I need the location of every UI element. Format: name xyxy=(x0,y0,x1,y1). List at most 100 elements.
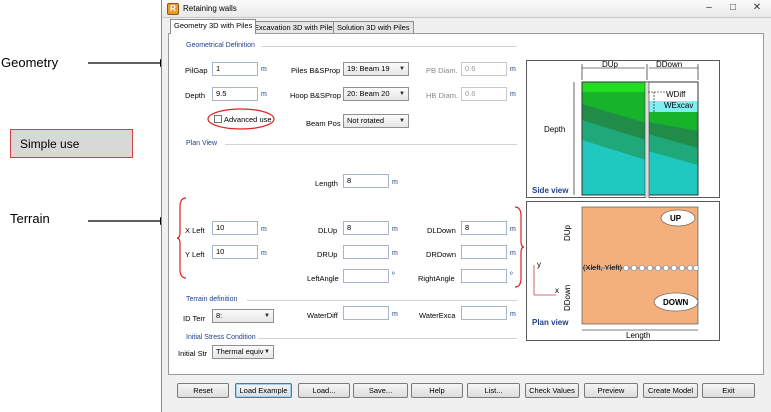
drup-label: DRUp xyxy=(317,250,338,259)
terrain-annotation: Terrain xyxy=(10,211,50,226)
load-button[interactable]: Load... xyxy=(298,383,350,398)
pb-diam-unit: m xyxy=(510,66,516,73)
list-button[interactable]: List... xyxy=(467,383,520,398)
dlup-unit: m xyxy=(392,226,398,233)
left-brace xyxy=(177,197,187,279)
leftangle-input[interactable] xyxy=(343,269,389,283)
depth-input[interactable]: 9.5 xyxy=(212,87,258,101)
plan-axis-y: y xyxy=(537,260,541,269)
side-view-diagram: DUp DDown Depth WDiff WExcav Side view xyxy=(526,60,720,198)
xleft-input[interactable]: 10 xyxy=(212,221,258,235)
initial-str-select[interactable]: Thermal equiv ▼ xyxy=(212,345,274,359)
chevron-down-icon: ▼ xyxy=(399,118,405,124)
advanced-use-checkbox[interactable] xyxy=(214,115,222,123)
yleft-input[interactable]: 10 xyxy=(212,245,258,259)
drup-unit: m xyxy=(392,250,398,257)
pilgap-input[interactable]: 1 xyxy=(212,62,258,76)
maximize-button[interactable]: □ xyxy=(725,2,741,14)
dldown-label: DLDown xyxy=(427,226,456,235)
hoop-select[interactable]: 20: Beam 20 ▼ xyxy=(343,87,409,101)
idterr-label: ID Terr xyxy=(183,314,206,323)
plan-axis-x: x xyxy=(555,286,559,295)
depth-unit: m xyxy=(261,91,267,98)
dlup-label: DLUp xyxy=(318,226,338,235)
plan-dup-label: DUp xyxy=(563,224,572,241)
depth-label: Depth xyxy=(185,91,206,100)
right-brace xyxy=(514,206,524,288)
waterdiff-input[interactable] xyxy=(343,306,389,320)
plan-view-caption: Plan view xyxy=(532,318,569,327)
length-unit: m xyxy=(392,179,398,186)
hoop-label: Hoop B&SProp xyxy=(290,91,341,100)
title-bar: R Retaining walls – □ ✕ xyxy=(162,0,771,18)
terrain-arrow xyxy=(88,217,168,225)
dldown-input[interactable]: 8 xyxy=(461,221,507,235)
close-button[interactable]: ✕ xyxy=(749,2,765,14)
waterdiff-unit: m xyxy=(392,311,398,318)
geometry-annotation: Geometry xyxy=(1,55,59,70)
chevron-down-icon: ▼ xyxy=(264,349,270,355)
dlup-input[interactable]: 8 xyxy=(343,221,389,235)
plan-coords-label: (Xleft, Yleft) xyxy=(583,263,623,272)
minimize-button[interactable]: – xyxy=(701,2,717,14)
drup-input[interactable] xyxy=(343,245,389,259)
hb-diam-input[interactable]: 0.6 xyxy=(461,87,507,101)
preview-button[interactable]: Preview xyxy=(584,383,638,398)
save-button[interactable]: Save... xyxy=(353,383,408,398)
plan-ddown-label: DDown xyxy=(563,285,572,311)
piles-select[interactable]: 19: Beam 19 ▼ xyxy=(343,62,409,76)
idterr-value: 8: xyxy=(216,311,223,320)
pilgap-unit: m xyxy=(261,66,267,73)
create-model-button[interactable]: Create Model xyxy=(643,383,698,398)
rightangle-input[interactable] xyxy=(461,269,507,283)
exit-button[interactable]: Exit xyxy=(702,383,755,398)
plan-view-diagram: UP DOWN (Xleft, Yleft) DUp DDown Length … xyxy=(526,201,720,341)
pb-diam-label: PB Diam. xyxy=(426,66,458,75)
piles-label: Piles B&SProp xyxy=(291,66,341,75)
section-geometrical-definition: Geometrical Definition xyxy=(186,42,255,49)
hb-diam-unit: m xyxy=(510,91,516,98)
pilgap-label: PilGap xyxy=(185,66,208,75)
xleft-unit: m xyxy=(261,226,267,233)
beampos-value: Not rotated xyxy=(347,116,385,125)
rightangle-label: RightAngle xyxy=(418,274,455,283)
initial-str-value: Thermal equiv xyxy=(216,347,264,356)
chevron-down-icon: ▼ xyxy=(264,313,270,319)
side-wdiff-label: WDiff xyxy=(666,90,686,99)
reset-button[interactable]: Reset xyxy=(177,383,229,398)
length-label: Length xyxy=(315,179,338,188)
piles-value: 19: Beam 19 xyxy=(347,64,390,73)
leftangle-label: LeftAngle xyxy=(307,274,339,283)
side-dup-label: DUp xyxy=(602,60,619,69)
simple-use-label: Simple use xyxy=(20,137,80,151)
plan-length-label: Length xyxy=(626,331,650,340)
load-example-button[interactable]: Load Example xyxy=(235,383,292,398)
initial-str-label: Initial Str xyxy=(178,349,208,358)
tab-geometry[interactable]: Geometry 3D with Piles xyxy=(170,19,257,34)
retaining-walls-window: R Retaining walls – □ ✕ Geometry 3D with… xyxy=(161,0,771,412)
geometry-arrow xyxy=(88,59,168,67)
waterexca-label: WaterExca xyxy=(419,311,456,320)
beampos-select[interactable]: Not rotated ▼ xyxy=(343,114,409,128)
plan-up-label: UP xyxy=(670,214,682,223)
yleft-label: Y Left xyxy=(185,250,205,259)
hoop-value: 20: Beam 20 xyxy=(347,89,390,98)
simple-use-box: Simple use xyxy=(10,129,133,158)
idterr-select[interactable]: 8: ▼ xyxy=(212,309,274,323)
length-input[interactable]: 8 xyxy=(343,174,389,188)
yleft-unit: m xyxy=(261,250,267,257)
waterexca-unit: m xyxy=(510,311,516,318)
divider xyxy=(258,338,517,339)
waterexca-input[interactable] xyxy=(461,306,507,320)
pb-diam-input[interactable]: 0.6 xyxy=(461,62,507,76)
divider xyxy=(225,144,517,145)
check-values-button[interactable]: Check Values xyxy=(525,383,579,398)
app-icon: R xyxy=(167,3,179,15)
drdown-label: DRDown xyxy=(426,250,457,259)
beampos-label: Beam Pos xyxy=(306,119,341,128)
section-initial-stress: Initial Stress Condition xyxy=(186,334,256,341)
help-button[interactable]: Help xyxy=(411,383,463,398)
hb-diam-label: HB Diam. xyxy=(426,91,459,100)
waterdiff-label: WaterDiff xyxy=(307,311,338,320)
drdown-input[interactable] xyxy=(461,245,507,259)
